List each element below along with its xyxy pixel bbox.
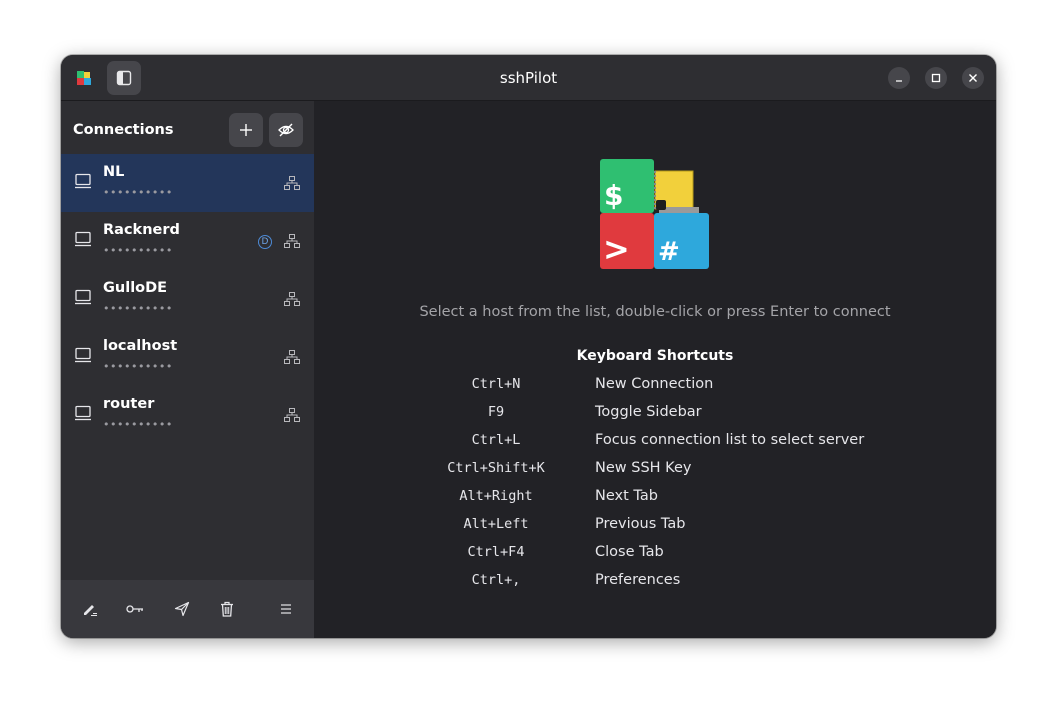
- connection-name: GulloDE: [103, 280, 168, 296]
- sshpilot-logo-icon: $ > #: [600, 159, 709, 269]
- connection-name: Racknerd: [103, 222, 180, 238]
- key-icon: [126, 605, 143, 613]
- shortcut-key: Ctrl+F4: [467, 544, 525, 560]
- shortcut-desc: New Connection: [595, 376, 714, 392]
- shortcut-desc: Toggle Sidebar: [595, 404, 702, 420]
- shortcut-key: Alt+Right: [459, 488, 533, 504]
- add-connection-button[interactable]: [229, 113, 263, 147]
- shortcut-key: Alt+Left: [463, 516, 529, 532]
- shortcut-desc: Next Tab: [595, 488, 658, 504]
- shortcut-desc: Preferences: [595, 572, 681, 588]
- network-icon: [284, 408, 300, 422]
- computer-icon: [75, 231, 91, 247]
- computer-icon: [75, 405, 91, 421]
- connection-item[interactable]: Racknerd •••••••••• D: [61, 212, 314, 270]
- menu-button[interactable]: [277, 600, 295, 618]
- connection-host: ••••••••••: [103, 244, 173, 257]
- computer-icon: [75, 173, 91, 189]
- connection-item[interactable]: localhost ••••••••••: [61, 328, 314, 386]
- computer-icon: [75, 347, 91, 363]
- shortcut-row: Alt+Left Previous Tab: [314, 516, 996, 536]
- shortcut-row: F9 Toggle Sidebar: [314, 404, 996, 424]
- window-title: sshPilot: [499, 69, 558, 87]
- close-icon: [969, 74, 977, 82]
- sidebar-toolbar: [61, 580, 314, 638]
- connection-name: localhost: [103, 338, 178, 354]
- menu-icon: [281, 604, 291, 614]
- shortcut-key: Ctrl+,: [471, 572, 521, 588]
- shortcut-row: Ctrl+F4 Close Tab: [314, 544, 996, 564]
- shortcut-desc: New SSH Key: [595, 460, 692, 476]
- connection-host: ••••••••••: [103, 302, 173, 315]
- shortcut-desc: Close Tab: [595, 544, 664, 560]
- shortcut-key: F9: [487, 404, 505, 420]
- network-icon: [284, 176, 300, 190]
- app-window: sshPilot Connections NL •••••••••• Rackn…: [61, 55, 996, 638]
- trash-icon: [221, 601, 233, 617]
- sidebar-toggle-icon: [116, 70, 132, 86]
- svg-text:$: $: [604, 179, 623, 212]
- network-icon: [284, 292, 300, 306]
- shortcut-row: Ctrl+L Focus connection list to select s…: [314, 432, 996, 452]
- plus-icon: [240, 124, 252, 136]
- sidebar-toggle-button[interactable]: [107, 61, 141, 95]
- network-icon: [284, 350, 300, 364]
- welcome-panel: $ > # Select a host from the list, doubl…: [314, 101, 996, 638]
- connection-name: NL: [103, 164, 125, 180]
- minimize-button[interactable]: [888, 67, 910, 89]
- sidebar-header: Connections: [61, 101, 314, 155]
- badge-d-icon: D: [258, 235, 272, 249]
- connect-hint: Select a host from the list, double-clic…: [419, 304, 891, 320]
- connection-host: ••••••••••: [103, 360, 173, 373]
- key-button[interactable]: [126, 600, 144, 618]
- network-icon: [284, 234, 300, 248]
- connection-name: router: [103, 396, 155, 412]
- close-button[interactable]: [962, 67, 984, 89]
- shortcut-row: Alt+Right Next Tab: [314, 488, 996, 508]
- sidebar-title: Connections: [73, 122, 174, 138]
- edit-button[interactable]: [81, 600, 99, 618]
- edit-icon: [84, 605, 97, 616]
- shortcut-row: Ctrl+N New Connection: [314, 376, 996, 396]
- connection-item[interactable]: NL ••••••••••: [61, 154, 314, 212]
- send-icon: [174, 601, 190, 617]
- svg-text:#: #: [658, 237, 680, 267]
- send-button[interactable]: [173, 600, 191, 618]
- connection-item[interactable]: GulloDE ••••••••••: [61, 270, 314, 328]
- svg-text:>: >: [603, 230, 630, 268]
- minimize-icon: [896, 80, 902, 82]
- connection-list: NL •••••••••• Racknerd •••••••••• D Gull…: [61, 154, 314, 444]
- shortcut-key: Ctrl+Shift+K: [447, 460, 545, 476]
- app-icon: [77, 71, 91, 85]
- shortcut-desc: Previous Tab: [595, 516, 686, 532]
- shortcut-desc: Focus connection list to select server: [595, 432, 865, 448]
- shortcut-row: Ctrl+Shift+K New SSH Key: [314, 460, 996, 480]
- computer-icon: [75, 289, 91, 305]
- sidebar: Connections NL •••••••••• Racknerd •••••…: [61, 101, 314, 638]
- eye-off-icon: [278, 123, 294, 137]
- shortcut-key: Ctrl+N: [471, 376, 521, 392]
- maximize-button[interactable]: [925, 67, 947, 89]
- shortcut-key: Ctrl+L: [471, 432, 521, 448]
- maximize-icon: [931, 73, 941, 83]
- shortcuts-title: Keyboard Shortcuts: [576, 348, 734, 364]
- connection-host: ••••••••••: [103, 186, 173, 199]
- shortcut-row: Ctrl+, Preferences: [314, 572, 996, 592]
- toggle-visibility-button[interactable]: [269, 113, 303, 147]
- connection-host: ••••••••••: [103, 418, 173, 431]
- connection-item[interactable]: router ••••••••••: [61, 386, 314, 444]
- delete-button[interactable]: [218, 600, 236, 618]
- title-bar: sshPilot: [61, 55, 996, 101]
